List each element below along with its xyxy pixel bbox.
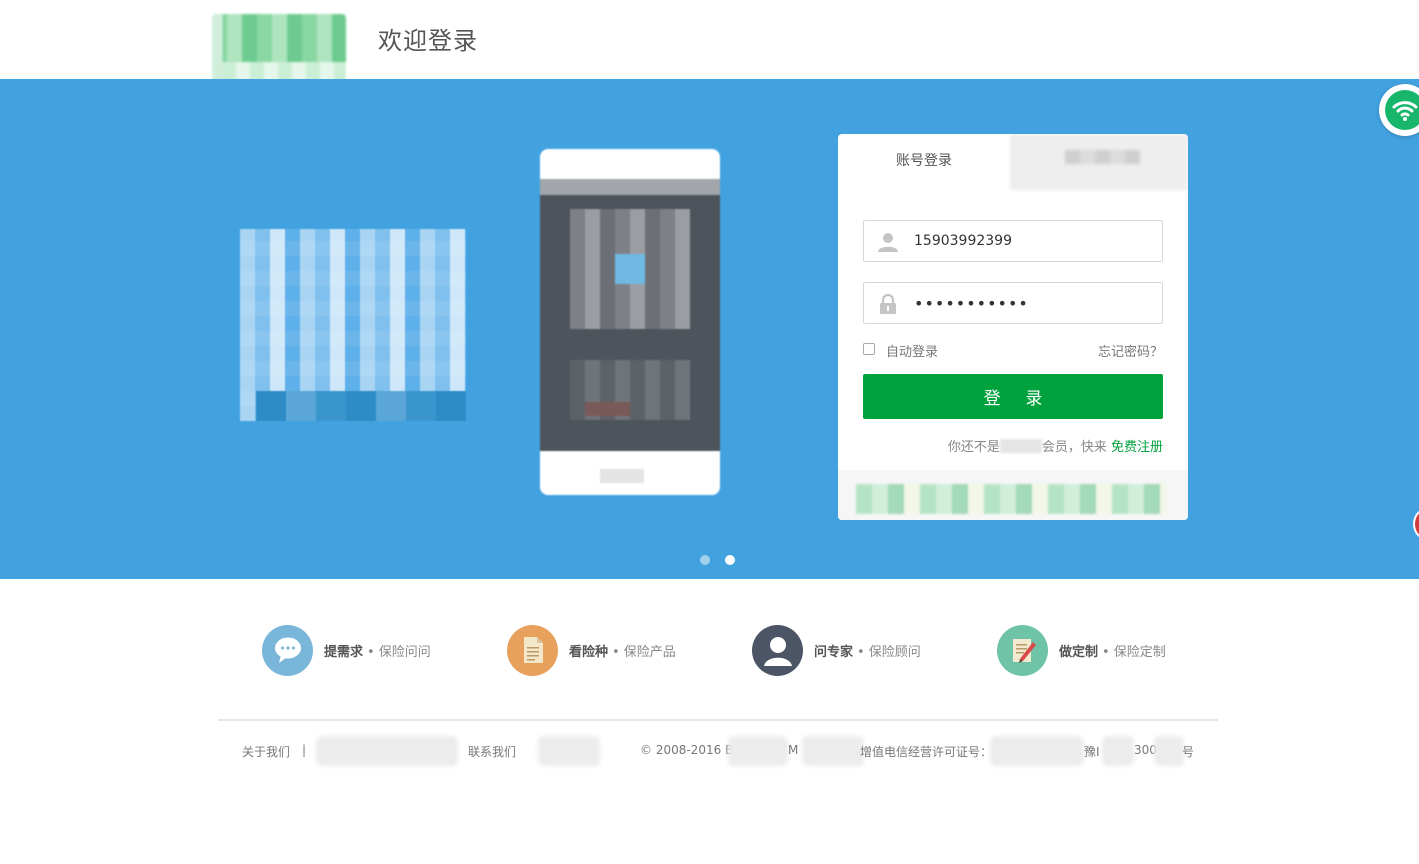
page-title: 欢迎登录	[378, 27, 478, 55]
login-button[interactable]: 登 录	[863, 374, 1163, 419]
username-input[interactable]	[914, 229, 1154, 253]
footer-copyright: © 2008-2016 B	[640, 743, 734, 757]
feature-title: 问专家	[814, 644, 854, 660]
feature-ask-expert[interactable]: 问专家 • 保险顾问	[752, 624, 921, 676]
password-field[interactable]	[863, 282, 1163, 324]
footer-separator: |	[302, 743, 307, 757]
register-link[interactable]: 免费注册	[1111, 440, 1163, 455]
auto-login-row: 自动登录 忘记密码？	[863, 340, 1163, 360]
footer-link-blurred[interactable]	[316, 736, 458, 766]
footer-divider	[218, 719, 1218, 721]
footer-license-blurred	[1154, 736, 1184, 766]
footer-company-blurred	[802, 736, 864, 766]
document-icon	[507, 624, 558, 676]
feature-subtitle: 保险顾问	[868, 644, 921, 660]
third-party-login-blurred[interactable]	[838, 470, 1188, 520]
feature-title: 做定制	[1059, 644, 1099, 660]
login-banner: 账号登录 自动登录 忘记密码？ 登 录 你还不是 会员，快来	[0, 79, 1419, 579]
register-prefix: 你还不是	[947, 440, 1000, 455]
footer-license-blurred	[1102, 736, 1134, 766]
features-row: 提需求 • 保险问问 看险种 • 保险产品 问专家 • 保险顾问 做定制 • 保…	[262, 624, 1182, 676]
login-tabs: 账号登录	[838, 134, 1188, 190]
footer-company-blurred	[728, 736, 788, 766]
tab-account-login[interactable]: 账号登录	[838, 134, 1010, 186]
speech-bubble-icon	[262, 624, 313, 676]
forgot-password-link[interactable]: 忘记密码？	[1098, 341, 1163, 360]
feature-subtitle: 保险产品	[623, 644, 676, 660]
person-icon	[752, 624, 803, 676]
lock-icon	[880, 293, 896, 314]
footer-copyright-m: M	[788, 743, 799, 757]
footer-license-blurred	[990, 736, 1084, 766]
footer-license-label: 增值电信经营许可证号：	[860, 745, 993, 759]
wifi-badge[interactable]	[1379, 84, 1419, 136]
footer-license-prefix: 豫I	[1084, 745, 1100, 759]
phone-mockup-image	[540, 149, 720, 495]
user-icon	[878, 233, 898, 252]
carousel-dot-2-active[interactable]	[725, 555, 735, 565]
footer-contact-link[interactable]: 联系我们	[468, 743, 516, 760]
register-suffix: 会员，快来	[1041, 440, 1107, 455]
feature-ask-need[interactable]: 提需求 • 保险问问	[262, 624, 431, 676]
footer-link-blurred[interactable]	[538, 736, 600, 766]
auto-login-checkbox[interactable]	[863, 343, 875, 355]
login-card: 账号登录 自动登录 忘记密码？ 登 录 你还不是 会员，快来	[838, 134, 1188, 520]
wifi-icon	[1392, 101, 1418, 121]
auto-login-label[interactable]: 自动登录	[886, 341, 938, 360]
feature-subtitle: 保险定制	[1113, 644, 1166, 660]
feature-title: 提需求	[324, 644, 364, 660]
feature-customize[interactable]: 做定制 • 保险定制	[997, 624, 1166, 676]
carousel-dot-1[interactable]	[700, 555, 710, 565]
feature-subtitle: 保险问问	[378, 644, 431, 660]
feature-title: 看险种	[569, 644, 609, 660]
footer-license-suffix: 号	[1182, 745, 1195, 759]
password-input[interactable]	[914, 291, 1154, 315]
username-field[interactable]	[863, 220, 1163, 262]
register-prompt: 你还不是 会员，快来 免费注册	[948, 436, 1163, 455]
tab-other-login[interactable]	[1010, 134, 1188, 190]
promo-image-blurred	[240, 229, 466, 421]
feature-view-insurance[interactable]: 看险种 • 保险产品	[507, 624, 676, 676]
footer: 关于我们 | 联系我们 © 2008-2016 B M 增值电信经营许可证号： …	[242, 736, 1202, 766]
site-name-blurred	[999, 439, 1042, 453]
edit-note-icon	[997, 624, 1048, 676]
site-logo[interactable]	[212, 14, 346, 82]
footer-about-link[interactable]: 关于我们	[242, 743, 290, 760]
header: 欢迎登录	[0, 0, 1419, 82]
